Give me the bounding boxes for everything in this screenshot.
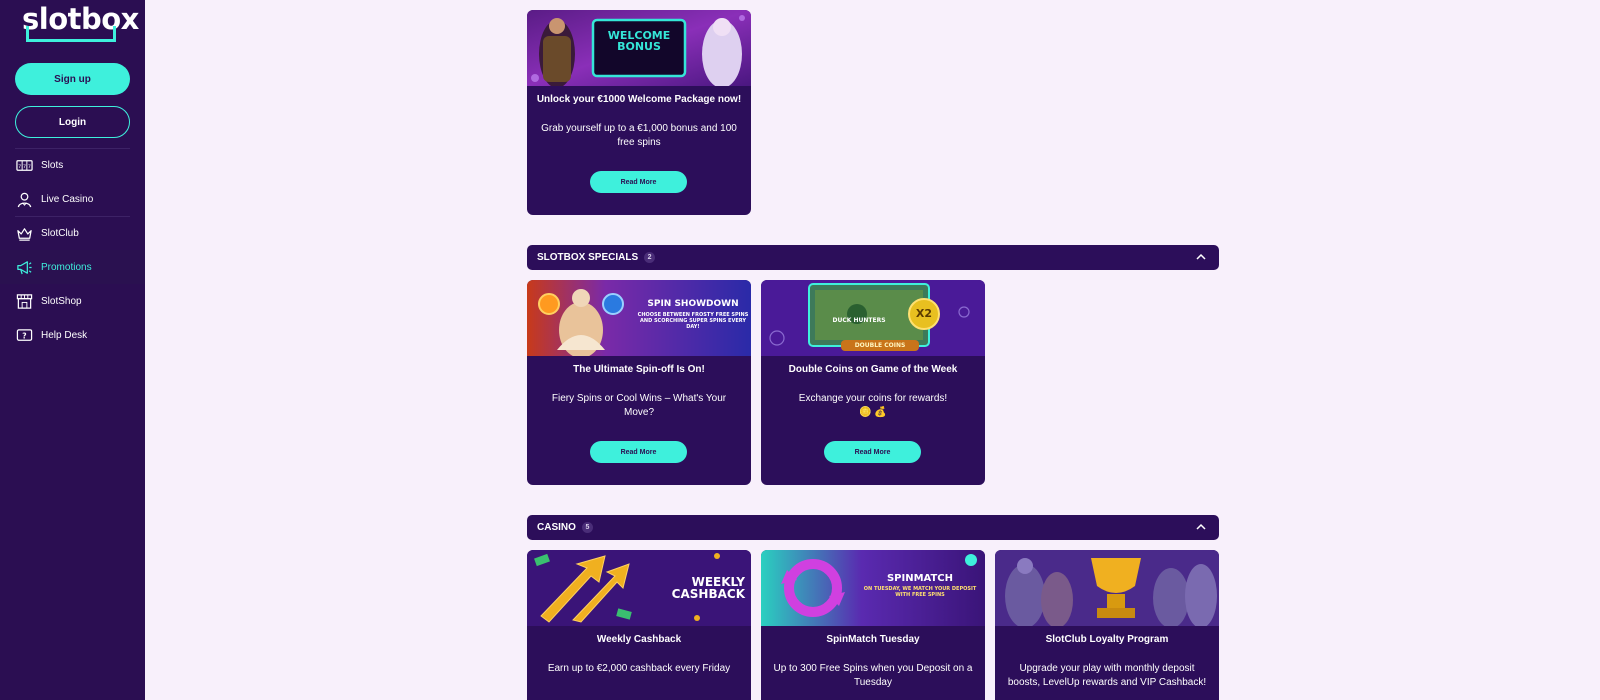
sidebar-item-label: Slots [41,159,64,171]
sidebar-item-slots[interactable]: 777 Slots [0,148,145,182]
promo-card-spin-showdown: SPIN SHOWDOWN CHOOSE BETWEEN FROSTY FREE… [527,280,751,485]
signup-button[interactable]: Sign up [15,63,130,95]
card-description: Up to 300 Free Spins when you Deposit on… [773,663,973,688]
promo-card-spinmatch: SPINMATCH ON TUESDAY, WE MATCH YOUR DEPO… [761,550,985,700]
card-title: SpinMatch Tuesday [826,634,920,645]
section-title: CASINO [537,522,576,533]
sidebar: slotbox Sign up Login 777 Slots Live Cas… [0,0,145,700]
section-title: SLOTBOX SPECIALS [537,252,639,263]
sidebar-item-help-desk[interactable]: ? Help Desk [0,318,145,352]
spin-showdown-title: SPIN SHOWDOWN [647,299,739,309]
card-description: Upgrade your play with monthly deposit b… [1007,663,1207,688]
section-header-slotbox-specials[interactable]: SLOTBOX SPECIALS 2 [527,245,1219,270]
card-title: Unlock your €1000 Welcome Package now! [536,94,742,105]
promo-card-weekly-cashback: WEEKLY CASHBACK Weekly Cashback Earn up … [527,550,751,700]
double-coins-multiplier: x2 [915,307,933,320]
slotclub-loyalty-banner[interactable] [995,550,1219,626]
card-title: Weekly Cashback [596,634,682,645]
double-coins-banner[interactable]: DUCK HUNTERS DOUBLE COINS x2 [761,280,985,356]
shop-icon [15,292,33,310]
sidebar-item-label: Promotions [41,261,92,273]
sidebar-item-live-casino[interactable]: Live Casino [0,182,145,216]
promo-card-slotclub-loyalty: SlotClub Loyalty Program Upgrade your pl… [995,550,1219,700]
card-description: Exchange your coins for rewards! [798,393,948,404]
sidebar-item-slotshop[interactable]: SlotShop [0,284,145,318]
coin-emoji: 🪙 💰 [859,407,887,418]
card-title: SlotClub Loyalty Program [1045,634,1169,645]
login-button[interactable]: Login [15,106,130,138]
chevron-up-icon[interactable] [1195,251,1207,263]
card-description: Earn up to €2,000 cashback every Friday [547,663,731,674]
crown-icon [15,224,33,242]
spinmatch-banner-subtitle: ON TUESDAY, WE MATCH YOUR DEPOSIT WITH F… [863,586,977,598]
dealer-icon [15,190,33,208]
card-title: Double Coins on Game of the Week [788,364,958,375]
card-title: The Ultimate Spin-off Is On! [573,364,705,375]
weekly-cashback-banner[interactable]: WEEKLY CASHBACK [527,550,751,626]
help-icon: ? [15,326,33,344]
card-description: Grab yourself up to a €1,000 bonus and 1… [541,123,737,148]
card-description: Fiery Spins or Cool Wins – What's Your M… [551,393,727,418]
promo-card-welcome: WELCOME BONUS Unlock your €1000 Welcome … [527,10,751,215]
svg-text:7: 7 [27,163,30,169]
sidebar-item-label: SlotClub [41,227,79,239]
weekly-cashback-banner-title: WEEKLY CASHBACK [671,575,745,601]
logo-bracket [26,26,116,42]
read-more-button[interactable]: Read More [590,171,687,193]
sidebar-item-label: Help Desk [41,329,88,341]
read-more-button[interactable]: Read More [590,441,687,463]
double-coins-banner-label: DOUBLE COINS [854,342,906,349]
count-badge: 2 [644,252,656,263]
sidebar-item-label: SlotShop [41,295,82,307]
chevron-up-icon[interactable] [1195,521,1207,533]
welcome-banner-title: WELCOME BONUS [607,29,671,53]
promo-card-double-coins: DUCK HUNTERS DOUBLE COINS x2 Double Coin… [761,280,985,485]
welcome-banner[interactable]: WELCOME BONUS [527,10,751,86]
sidebar-item-slotclub[interactable]: SlotClub [0,216,145,250]
count-badge: 5 [581,522,593,533]
svg-text:7: 7 [18,163,21,169]
slotbox-logo[interactable]: slotbox [22,0,139,42]
section-header-casino[interactable]: CASINO 5 [527,515,1219,540]
sidebar-item-label: Live Casino [41,193,94,205]
svg-text:7: 7 [22,163,25,169]
spinmatch-banner[interactable]: SPINMATCH ON TUESDAY, WE MATCH YOUR DEPO… [761,550,985,626]
svg-text:?: ? [22,331,26,340]
double-coins-game-name: DUCK HUNTERS [832,317,886,324]
spin-showdown-subtitle: CHOOSE BETWEEN FROSTY FREE SPINS AND SCO… [637,312,749,330]
sidebar-item-promotions[interactable]: Promotions [0,250,145,284]
read-more-button[interactable]: Read More [824,441,921,463]
spinmatch-banner-title: SPINMATCH [886,573,954,584]
slot-machine-icon: 777 [15,156,33,174]
spin-showdown-banner[interactable]: SPIN SHOWDOWN CHOOSE BETWEEN FROSTY FREE… [527,280,751,356]
megaphone-icon [15,258,33,276]
